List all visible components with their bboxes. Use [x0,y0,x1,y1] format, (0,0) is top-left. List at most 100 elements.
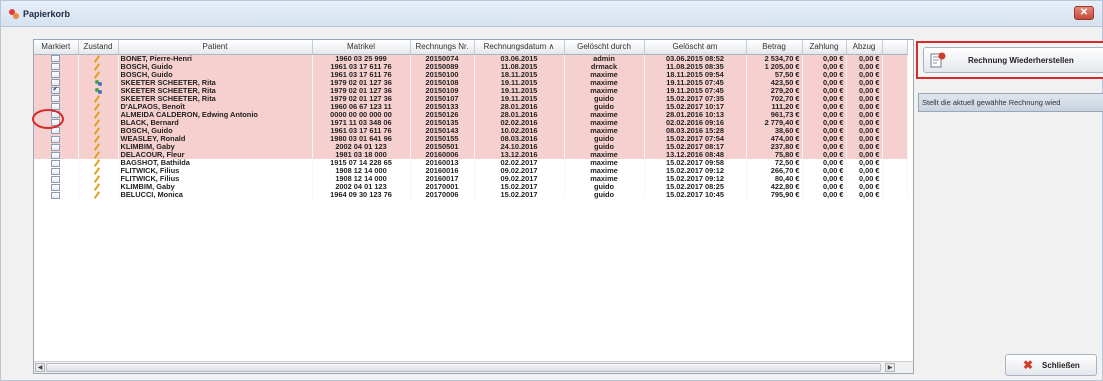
cell-patient: BLACK, Bernard [118,118,313,127]
cell-filler [882,126,908,135]
cell-zustand [78,54,119,63]
cell-geloescht-durch: maxime [564,70,645,79]
table-row[interactable]: FLITWICK, Filius 1908 12 14 000 20160017 09… [34,175,908,184]
row-checkbox[interactable] [51,55,61,63]
restore-tooltip: Stellt die aktuell gewählte Rechnung wie… [918,93,1103,112]
cell-rechnungs-nr: 20150109 [410,86,475,95]
cell-zustand [78,134,119,144]
cell-geloescht-durch: maxime [564,118,645,127]
table-row[interactable]: WEASLEY, Ronald 1980 03 01 641 96 20150155… [34,134,908,144]
col-header-zahlung[interactable]: Zahlung [802,40,847,55]
cell-betrag: 795,90 € [746,191,803,200]
table-row[interactable]: D'ALPAOS, Benoît 1960 06 67 123 11 2015013… [34,102,908,111]
cell-geloescht-durch: drmack [564,62,645,71]
cell-matrikel: 1960 06 67 123 11 [312,102,411,111]
col-header-abzug[interactable]: Abzug [846,40,883,55]
row-checkbox[interactable] [51,103,61,111]
cell-zahlung: 0,00 € [802,70,847,79]
cell-rechnungs-nr: 20170006 [410,191,475,200]
table-row[interactable]: BLACK, Bernard 1971 11 03 348 06 20150135 0… [34,118,908,127]
row-checkbox[interactable] [51,143,61,151]
table-row[interactable]: BOSCH, Guido 1961 03 17 611 76 20150143 10.… [34,126,908,135]
cell-filler [882,94,908,103]
col-header-markiert[interactable]: Markiert [34,40,79,55]
col-header-geloescht-durch[interactable]: Gelöscht durch [564,40,645,55]
cell-rechnungsdatum: 19.11.2015 [474,94,565,103]
row-checkbox[interactable] [51,119,61,127]
col-header-zustand[interactable]: Zustand [78,40,119,55]
cell-zustand [78,102,119,111]
table-row[interactable]: BONET, Pierre-Henri 1960 03 25 999 2015007… [34,54,908,63]
pencil-icon [94,191,103,199]
invoice-grid: Markiert Zustand Patient Matrikel Rechnu… [33,39,914,374]
cell-rechnungsdatum: 02.02.2016 [474,118,565,127]
row-checkbox[interactable] [51,95,61,103]
table-row[interactable]: BELUCCI, Monica 1964 09 30 123 76 20170006… [34,191,908,200]
cell-zustand [78,118,119,127]
cell-rechnungs-nr: 20150074 [410,54,475,63]
cell-geloescht-am: 15.02.2017 09:12 [644,175,747,184]
cell-geloescht-durch: guido [564,183,645,192]
horizontal-scrollbar[interactable]: ◀ ▶ [34,361,913,373]
col-header-geloescht-am[interactable]: Gelöscht am [644,40,747,55]
row-checkbox[interactable] [51,111,61,119]
cell-filler [882,70,908,79]
table-row[interactable]: BOSCH, Guido 1961 03 17 611 76 20150089 11.… [34,62,908,71]
table-row[interactable]: KLIMBIM, Gaby 2002 04 01 123 20170001 15.02… [34,183,908,192]
col-header-matrikel[interactable]: Matrikel [312,40,411,55]
table-row[interactable]: SKEETER SCHEETER, Rita1979 02 01 127 362… [34,86,908,95]
table-row[interactable]: DELACOUR, Fleur 1981 03 18 000 20160006 13.… [34,151,908,160]
row-checkbox[interactable] [51,159,61,167]
row-checkbox[interactable] [51,79,61,87]
cell-rechnungs-nr: 20150107 [410,94,475,103]
cell-zahlung: 0,00 € [802,78,847,87]
table-row[interactable]: ALMEIDA CALDERON, Edwing Antonio 0000 00 … [34,110,908,119]
cell-betrag: 75,80 € [746,151,803,160]
cell-geloescht-durch: maxime [564,110,645,119]
row-checkbox[interactable] [51,183,61,191]
row-checkbox[interactable] [51,175,61,183]
cell-matrikel: 0000 00 00 000 00 [312,110,411,119]
table-row[interactable]: FLITWICK, Filius 1908 12 14 000 20160016 09… [34,167,908,176]
cell-abzug: 0,00 € [846,143,883,152]
cell-geloescht-am: 15.02.2017 07:54 [644,134,747,144]
scroll-thumb[interactable] [46,363,881,372]
scroll-right-arrow[interactable]: ▶ [885,363,895,372]
col-header-rechnungs-nr[interactable]: Rechnungs Nr. [410,40,475,55]
scroll-left-arrow[interactable]: ◀ [35,363,45,372]
papierkorb-window: Papierkorb ✕ Markiert Zustand Patient Ma… [0,0,1103,381]
close-button[interactable]: ✖ Schließen [1005,354,1097,376]
cell-zahlung: 0,00 € [802,102,847,111]
row-checkbox[interactable] [51,127,61,135]
cell-zahlung: 0,00 € [802,134,847,144]
row-checkbox[interactable] [51,71,61,79]
row-checkbox[interactable] [51,167,61,175]
cell-zahlung: 0,00 € [802,94,847,103]
col-header-patient[interactable]: Patient [118,40,313,55]
row-checkbox[interactable] [51,63,61,71]
cell-markiert [34,167,79,176]
col-header-rechnungsdatum[interactable]: Rechnungsdatum ∧ [474,40,565,55]
cell-patient: SKEETER SCHEETER, Rita [118,86,313,95]
cell-betrag: 266,70 € [746,167,803,176]
table-row[interactable]: BAGSHOT, Bathilda 1915 07 14 228 65 201600… [34,159,908,168]
cell-markiert [34,62,79,71]
cell-patient: BOSCH, Guido [118,70,313,79]
cell-filler [882,78,908,87]
row-checkbox[interactable] [51,191,61,199]
row-checkbox[interactable] [51,135,61,143]
pencil-icon [94,119,103,127]
table-row[interactable]: SKEETER SCHEETER, Rita1979 02 01 127 362… [34,94,908,103]
pencil-icon [94,135,103,143]
cell-abzug: 0,00 € [846,110,883,119]
cell-geloescht-durch: guido [564,94,645,103]
table-row[interactable]: BOSCH, Guido 1961 03 17 611 76 20150100 18.… [34,70,908,79]
cell-betrag: 279,20 € [746,86,803,95]
table-row[interactable]: KLIMBIM, Gaby 2002 04 01 123 20150501 24.10… [34,143,908,152]
restore-invoice-button[interactable]: Rechnung Wiederherstellen [923,47,1103,73]
row-checkbox[interactable] [51,87,61,95]
table-row[interactable]: SKEETER SCHEETER, Rita1979 02 01 127 362… [34,78,908,87]
row-checkbox[interactable] [51,151,61,159]
window-close-button[interactable]: ✕ [1074,6,1094,20]
col-header-betrag[interactable]: Betrag [746,40,803,55]
